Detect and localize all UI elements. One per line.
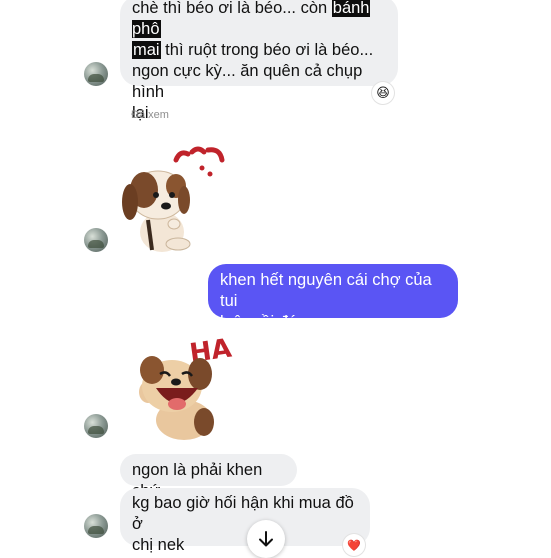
message-line: chị nek bbox=[132, 536, 185, 554]
avatar[interactable] bbox=[84, 228, 108, 252]
avatar[interactable] bbox=[84, 414, 108, 438]
message-line: chè thì béo ơi là béo... còn bánh phô bbox=[132, 0, 370, 38]
avatar[interactable] bbox=[84, 62, 108, 86]
highlighted-text: mai bbox=[132, 41, 161, 59]
message-line: mai thì ruột trong béo ơi là béo... bbox=[132, 41, 374, 59]
reaction-emoji[interactable]: 😆 bbox=[372, 82, 394, 104]
message-line: ngon cực kỳ... ăn quên cả chụp hình bbox=[132, 62, 363, 101]
laughing-dog-icon: HA bbox=[139, 334, 233, 440]
laughing-dog-sticker[interactable]: HA bbox=[126, 330, 236, 442]
message-line: lại bbox=[132, 104, 149, 122]
message-bubble-incoming[interactable]: kg bao giờ hối hận khi mua đồ ở chị nek bbox=[120, 488, 370, 554]
message-bubble-outgoing[interactable]: khen hết nguyên cái chợ của tui luôn rồi… bbox=[208, 264, 458, 331]
message-line: luôn rồi đó bbox=[220, 313, 298, 331]
message-line: kg bao giờ hối hận khi mua đồ ở bbox=[132, 494, 354, 533]
dog-sticker-icon bbox=[122, 146, 225, 252]
scroll-to-bottom-button[interactable] bbox=[247, 520, 285, 558]
message-bubble-incoming[interactable]: chè thì béo ơi là béo... còn bánh phô ma… bbox=[120, 0, 398, 122]
arrow-down-icon bbox=[259, 531, 273, 547]
seen-status: Đã xem bbox=[131, 109, 169, 121]
reaction-emoji[interactable]: ❤️ bbox=[343, 534, 365, 556]
dog-sticker[interactable] bbox=[118, 140, 230, 258]
avatar[interactable] bbox=[84, 514, 108, 538]
message-line: khen hết nguyên cái chợ của tui bbox=[220, 271, 432, 310]
message-bubble-incoming[interactable]: ngon là phải khen chứ bbox=[120, 454, 297, 500]
